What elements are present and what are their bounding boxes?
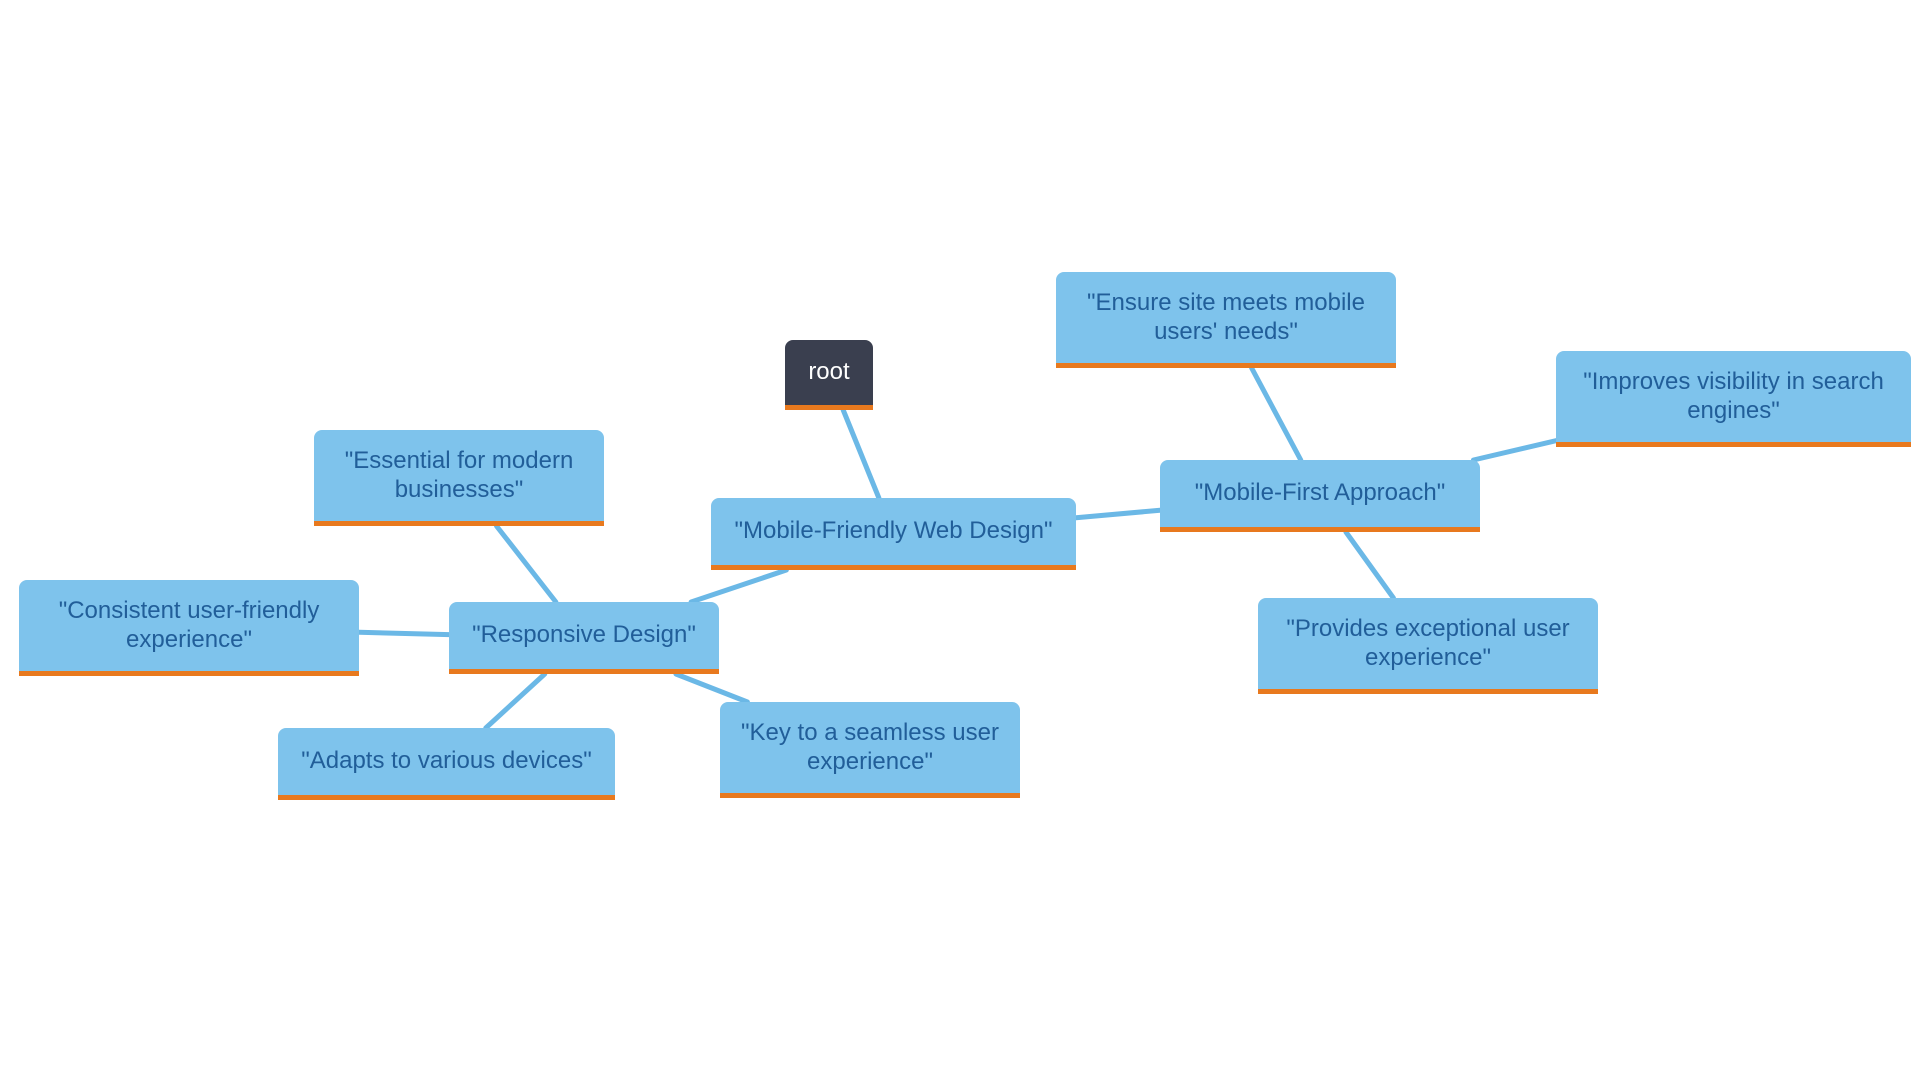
node-adapts-to-various-devices[interactable]: "Adapts to various devices" bbox=[278, 728, 615, 800]
node-label: root bbox=[808, 358, 849, 387]
node-key-to-seamless-user-experience[interactable]: "Key to a seamless user experience" bbox=[720, 702, 1020, 798]
node-label: "Provides exceptional user experience" bbox=[1272, 615, 1584, 673]
node-label: "Ensure site meets mobile users' needs" bbox=[1070, 289, 1382, 347]
node-consistent-user-friendly-experience[interactable]: "Consistent user-friendly experience" bbox=[19, 580, 359, 676]
node-mobile-first-approach[interactable]: "Mobile-First Approach" bbox=[1160, 460, 1480, 532]
node-label: "Key to a seamless user experience" bbox=[734, 719, 1006, 777]
node-label: "Adapts to various devices" bbox=[301, 747, 592, 776]
node-improves-visibility-in-search-engines[interactable]: "Improves visibility in search engines" bbox=[1556, 351, 1911, 447]
node-label: "Improves visibility in search engines" bbox=[1570, 368, 1897, 426]
node-mobile-friendly-web-design[interactable]: "Mobile-Friendly Web Design" bbox=[711, 498, 1076, 570]
node-label: "Mobile-Friendly Web Design" bbox=[734, 517, 1052, 546]
node-essential-for-modern-businesses[interactable]: "Essential for modern businesses" bbox=[314, 430, 604, 526]
node-label: "Mobile-First Approach" bbox=[1195, 479, 1445, 508]
node-responsive-design[interactable]: "Responsive Design" bbox=[449, 602, 719, 674]
node-label: "Responsive Design" bbox=[472, 621, 696, 650]
node-label: "Consistent user-friendly experience" bbox=[33, 597, 345, 655]
node-root[interactable]: root bbox=[785, 340, 873, 410]
node-provides-exceptional-user-experience[interactable]: "Provides exceptional user experience" bbox=[1258, 598, 1598, 694]
node-label: "Essential for modern businesses" bbox=[328, 447, 590, 505]
node-ensure-site-meets-mobile-users-needs[interactable]: "Ensure site meets mobile users' needs" bbox=[1056, 272, 1396, 368]
mindmap-canvas: root "Mobile-Friendly Web Design" "Respo… bbox=[0, 0, 1920, 1080]
